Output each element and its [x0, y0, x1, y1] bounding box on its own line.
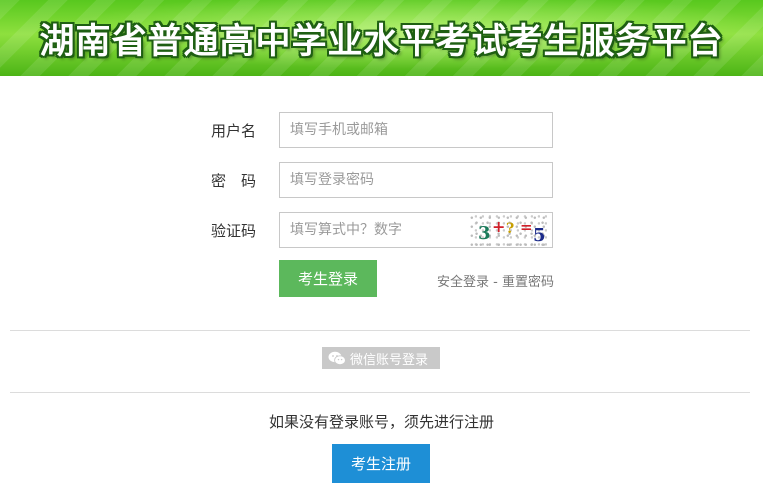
captcha-char: = — [520, 218, 533, 236]
captcha-char: 3 — [478, 223, 491, 244]
username-label: 用户名 — [210, 122, 256, 140]
password-input[interactable] — [280, 163, 552, 197]
divider — [10, 392, 750, 393]
header-banner: 湖南省普通高中学业水平考试考生服务平台 — [0, 0, 763, 76]
username-field-wrapper — [279, 112, 553, 148]
password-label: 密 码 — [210, 172, 256, 190]
login-button[interactable]: 考生登录 — [279, 260, 377, 297]
username-input[interactable] — [280, 113, 552, 147]
wechat-login-label: 微信账号登录 — [350, 352, 429, 368]
register-note: 如果没有登录账号，须先进行注册 — [268, 413, 494, 431]
captcha-field-wrapper: 3 + ? = 5 — [279, 212, 553, 248]
captcha-label: 验证码 — [210, 222, 256, 240]
captcha-char: 5 — [533, 225, 546, 246]
safe-login-link[interactable]: 安全登录 — [437, 275, 489, 290]
login-links: 安全登录 - 重置密码 — [437, 271, 554, 290]
captcha-image[interactable]: 3 + ? = 5 — [470, 215, 550, 246]
wechat-icon — [328, 351, 346, 365]
captcha-char: + — [492, 217, 506, 236]
reset-password-link[interactable]: 重置密码 — [502, 275, 554, 290]
divider — [10, 330, 750, 331]
password-field-wrapper — [279, 162, 553, 198]
captcha-char: ? — [506, 221, 515, 237]
site-title: 湖南省普通高中学业水平考试考生服务平台 — [39, 22, 724, 62]
wechat-login-button[interactable]: 微信账号登录 — [322, 347, 440, 369]
links-separator: - — [493, 275, 498, 290]
register-button[interactable]: 考生注册 — [332, 444, 430, 483]
